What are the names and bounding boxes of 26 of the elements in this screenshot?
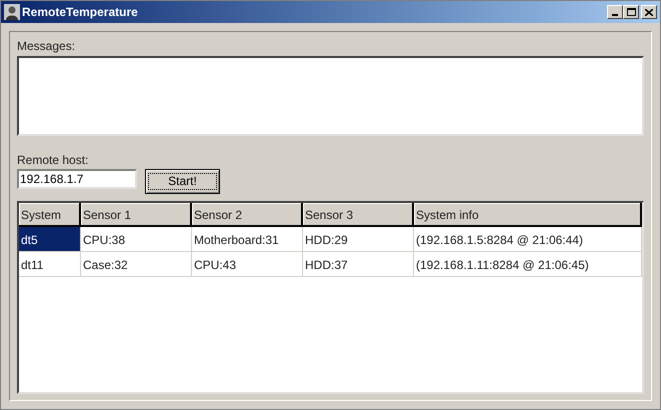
- avatar-icon: [4, 4, 20, 20]
- window-title: RemoteTemperature: [22, 4, 139, 21]
- column-header[interactable]: System info: [414, 203, 642, 225]
- start-button[interactable]: Start!: [145, 169, 220, 194]
- messages-label: Messages:: [17, 38, 76, 54]
- table-cell[interactable]: (192.168.1.11:8284 @ 21:06:45): [414, 252, 642, 276]
- table-cell[interactable]: HDD:37: [303, 252, 414, 276]
- table-cell[interactable]: CPU:38: [81, 227, 192, 251]
- table-cell[interactable]: dt5: [19, 227, 81, 251]
- table-cell[interactable]: Case:32: [81, 252, 192, 276]
- column-header[interactable]: System: [19, 203, 81, 225]
- table-cell[interactable]: (192.168.1.5:8284 @ 21:06:44): [414, 227, 642, 251]
- maximize-button[interactable]: [623, 5, 639, 19]
- column-header[interactable]: Sensor 3: [303, 203, 414, 225]
- minimize-button[interactable]: [607, 5, 623, 19]
- table-cell[interactable]: HDD:29: [303, 227, 414, 251]
- column-header[interactable]: Sensor 2: [192, 203, 303, 225]
- close-icon: [645, 8, 653, 16]
- messages-box[interactable]: [17, 56, 644, 136]
- remote-host-label: Remote host:: [17, 152, 90, 168]
- remote-host-field[interactable]: 192.168.1.7: [17, 169, 137, 189]
- table-cell[interactable]: Motherboard:31: [192, 227, 303, 251]
- table-cell[interactable]: dt11: [19, 252, 81, 276]
- column-header[interactable]: Sensor 1: [81, 203, 192, 225]
- close-button[interactable]: [641, 5, 657, 19]
- table-cell[interactable]: CPU:43: [192, 252, 303, 276]
